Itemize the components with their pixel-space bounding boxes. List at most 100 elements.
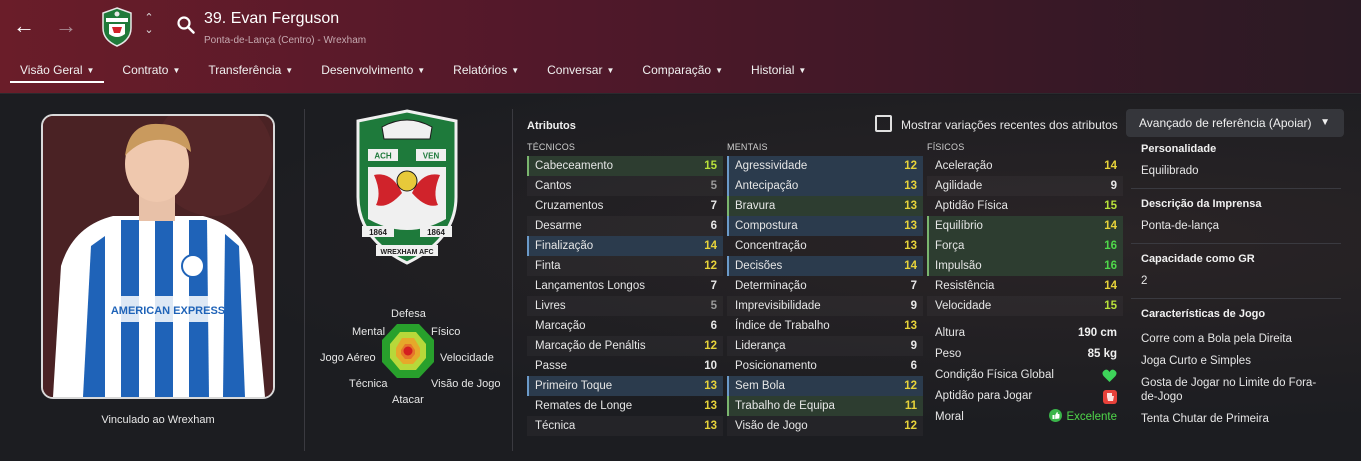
attribute-row[interactable]: Agilidade 9 [927,176,1123,196]
attribute-row[interactable]: Visão de Jogo 12 [727,416,923,436]
attribute-row[interactable]: Aptidão Física 15 [927,196,1123,216]
attribute-row[interactable]: Bravura 13 [727,196,923,216]
attribute-row[interactable]: Antecipação 13 [727,176,923,196]
tab-label: Visão Geral [20,63,83,77]
attribute-row[interactable]: Índice de Trabalho 13 [727,316,923,336]
attribute-value: 13 [904,240,917,252]
attribute-value: 13 [904,200,917,212]
attribute-label: Marcação de Penáltis [535,340,646,352]
tab-label: Comparação [642,63,712,77]
attribute-row[interactable]: Decisões 14 [727,256,923,276]
morale-label: Moral [935,411,964,423]
attribute-label: Equilíbrio [935,220,983,232]
morale-value-wrap[interactable]: Excelente [1049,407,1117,428]
attribute-value: 7 [710,200,717,212]
weight-row: Peso 85 kg [927,344,1123,365]
attributes-title: Atributos [527,120,576,132]
player-navigation-updown[interactable]: ⌃ ⌄ [142,12,156,36]
trait-item[interactable]: Joga Curto e Simples [1141,354,1341,368]
attribute-row[interactable]: Posicionamento 6 [727,356,923,376]
attribute-row[interactable]: Determinação 7 [727,276,923,296]
attribute-row[interactable]: Liderança 9 [727,336,923,356]
attribute-value: 6 [910,360,917,372]
attribute-row[interactable]: Concentração 13 [727,236,923,256]
search-icon[interactable] [176,15,196,35]
attribute-row[interactable]: Imprevisibilidade 9 [727,296,923,316]
attribute-label: Visão de Jogo [735,420,808,432]
trait-item[interactable]: Corre com a Bola pela Direita [1141,332,1341,346]
attribute-row[interactable]: Velocidade 15 [927,296,1123,316]
attribute-value: 5 [710,300,717,312]
attribute-row[interactable]: Marcação de Penáltis 12 [527,336,723,356]
attribute-label: Cantos [535,180,572,192]
divider [512,109,513,451]
heart-icon[interactable] [1102,369,1117,383]
back-arrow-icon[interactable]: ← [8,10,40,42]
condition-label: Condição Física Global [935,369,1054,381]
divider [304,109,305,451]
attribute-value: 13 [904,180,917,192]
contract-status: Vinculado ao Wrexham [101,414,215,426]
player-position-club[interactable]: Ponta-de-Lança (Centro) - Wrexham [204,35,366,46]
attribute-radar[interactable]: Defesa Mental Físico Jogo Aéreo Velocida… [318,308,501,410]
mentais-heading: MENTAIS [727,142,768,152]
club-crest-icon[interactable] [100,6,134,48]
attribute-row[interactable]: Cruzamentos 7 [527,196,723,216]
forward-arrow-icon[interactable]: → [50,10,82,42]
tab-label: Relatórios [453,63,508,77]
attribute-row[interactable]: Sem Bola 12 [727,376,923,396]
attribute-row[interactable]: Finalização 14 [527,236,723,256]
attribute-label: Concentração [735,240,807,252]
attribute-value: 14 [904,260,917,272]
svg-text:AMERICAN EXPRESS: AMERICAN EXPRESS [111,305,225,317]
attribute-row[interactable]: Cabeceamento 15 [527,156,723,176]
trait-item[interactable]: Gosta de Jogar no Limite do Fora-de-Jogo [1141,376,1331,404]
player-photo[interactable]: AMERICAN EXPRESS [41,114,275,399]
attribute-label: Índice de Trabalho [735,320,830,332]
trait-item[interactable]: Tenta Chutar de Primeira [1141,412,1341,426]
attribute-row[interactable]: Agressividade 12 [727,156,923,176]
attribute-row[interactable]: Marcação 6 [527,316,723,336]
show-changes-label[interactable]: Mostrar variações recentes dos atributos [901,118,1118,132]
attribute-row[interactable]: Técnica 13 [527,416,723,436]
tab-historial[interactable]: Historial ▼ [741,59,816,83]
role-select-dropdown[interactable]: Avançado de referência (Apoiar) ▼ [1126,109,1344,137]
attribute-row[interactable]: Compostura 13 [727,216,923,236]
attribute-row[interactable]: Finta 12 [527,256,723,276]
attribute-row[interactable]: Primeiro Toque 13 [527,376,723,396]
tecnicos-list: Cabeceamento 15 Cantos 5 Cruzamentos 7 Desarme… [527,156,723,436]
tab-conversar[interactable]: Conversar ▼ [537,59,624,83]
condition-row: Condição Física Global [927,365,1123,386]
attribute-row[interactable]: Livres 5 [527,296,723,316]
height-label: Altura [935,327,966,339]
attribute-row[interactable]: Lançamentos Longos 7 [527,276,723,296]
radar-label-defesa: Defesa [391,308,426,320]
tab-visao-geral[interactable]: Visão Geral ▼ [10,59,105,83]
radar-octagon [382,324,434,378]
radar-label-visao-de-jogo: Visão de Jogo [431,378,501,390]
attribute-row[interactable]: Impulsão 16 [927,256,1123,276]
show-changes-checkbox[interactable] [875,115,892,132]
attribute-row[interactable]: Remates de Longe 13 [527,396,723,416]
attribute-value: 6 [710,320,717,332]
tab-desenvolvimento[interactable]: Desenvolvimento ▼ [311,59,435,83]
attribute-row[interactable]: Resistência 14 [927,276,1123,296]
player-header: ← → ⌃ ⌄ 39. Evan Ferguson Ponta-de-Lança … [0,0,1361,94]
club-crest-large[interactable]: ACH VEN 1864 1864 WREXHAM AFC [352,109,462,265]
attribute-row[interactable]: Passe 10 [527,356,723,376]
attribute-label: Agilidade [935,180,983,192]
attribute-row[interactable]: Força 16 [927,236,1123,256]
tab-relatorios[interactable]: Relatórios ▼ [443,59,529,83]
player-silhouette-icon: AMERICAN EXPRESS [43,116,273,397]
attribute-value: 15 [1104,300,1117,312]
attribute-row[interactable]: Desarme 6 [527,216,723,236]
attribute-row[interactable]: Equilíbrio 14 [927,216,1123,236]
tab-comparacao[interactable]: Comparação ▼ [632,59,733,83]
match-fitness-icon[interactable] [1103,390,1117,404]
attribute-row[interactable]: Aceleração 14 [927,156,1123,176]
attribute-row[interactable]: Trabalho de Equipa 11 [727,396,923,416]
attribute-row[interactable]: Cantos 5 [527,176,723,196]
gk-ability-value: 2 [1141,275,1148,287]
tab-contrato[interactable]: Contrato ▼ [112,59,190,83]
tab-transferencia[interactable]: Transferência ▼ [198,59,303,83]
